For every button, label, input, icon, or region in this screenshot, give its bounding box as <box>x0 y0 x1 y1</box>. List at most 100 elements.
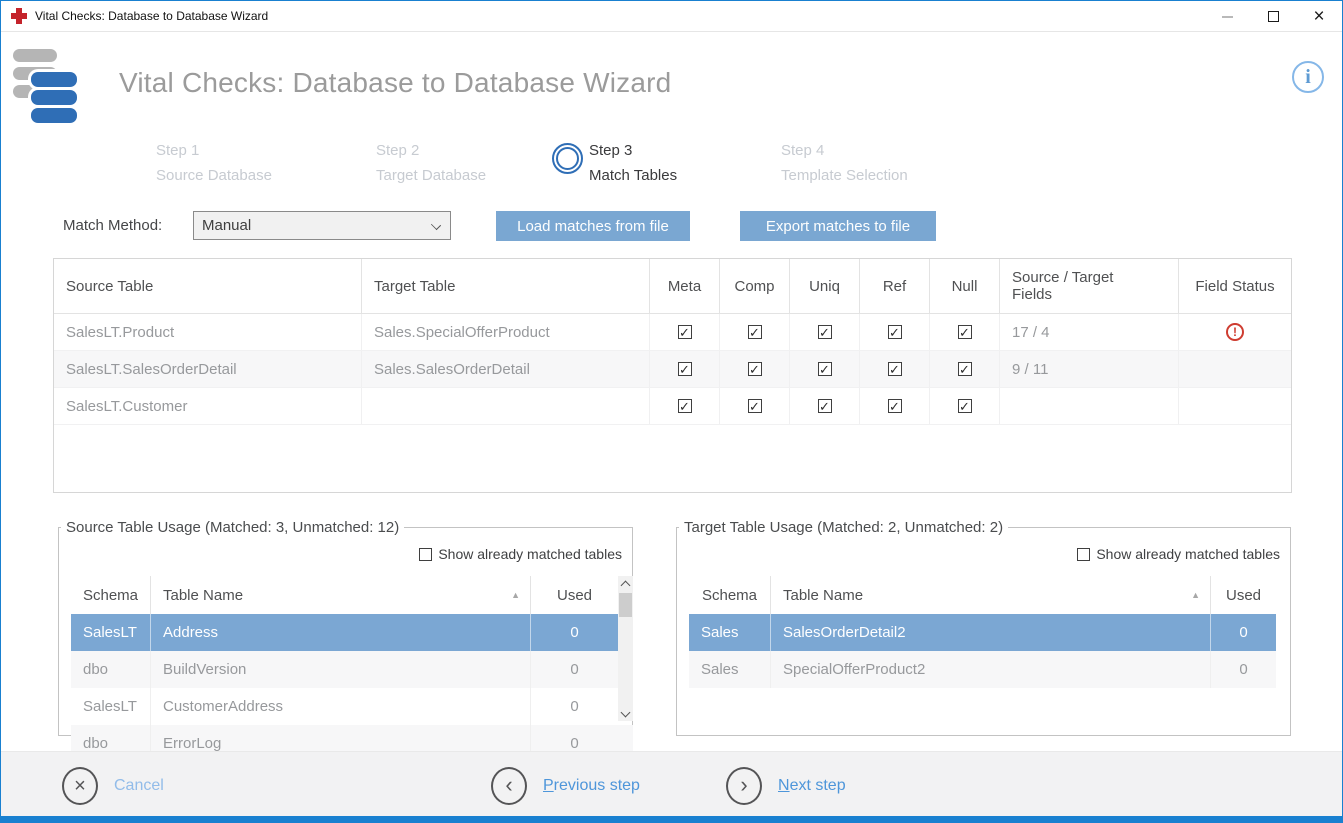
match-method-select[interactable]: Manual <box>193 211 451 240</box>
vertical-scrollbar[interactable] <box>618 576 633 721</box>
usage-table-header: Schema Table Name ▲ Used <box>689 576 1276 614</box>
usage-table-header: Schema Table Name ▲ Used <box>71 576 633 614</box>
schema-cell: Sales <box>689 651 771 688</box>
step-number: Step 1 <box>156 138 272 163</box>
table-name-cell: ErrorLog <box>151 725 531 751</box>
meta-checkbox[interactable] <box>678 325 692 339</box>
comp-checkbox[interactable] <box>748 362 762 376</box>
list-item[interactable]: SalesLT CustomerAddress 0 <box>71 688 633 725</box>
close-button[interactable]: × <box>1296 1 1342 32</box>
schema-cell: dbo <box>71 651 151 688</box>
sort-ascending-icon: ▲ <box>1191 590 1200 600</box>
table-name-cell: BuildVersion <box>151 651 531 688</box>
maximize-button[interactable] <box>1250 1 1296 32</box>
page-title: Vital Checks: Database to Database Wizar… <box>119 67 671 99</box>
target-usage-table: Schema Table Name ▲ Used Sales SalesOrde… <box>689 576 1276 751</box>
next-step-button[interactable]: › Next step <box>726 767 846 805</box>
previous-step-button[interactable]: ‹ Previous step <box>491 767 640 805</box>
ref-checkbox[interactable] <box>888 325 902 339</box>
table-name-cell: SpecialOfferProduct2 <box>771 651 1211 688</box>
list-item[interactable]: dbo BuildVersion 0 <box>71 651 633 688</box>
show-matched-checkbox[interactable] <box>1077 548 1090 561</box>
table-row[interactable]: SalesLT.Product Sales.SpecialOfferProduc… <box>54 314 1291 351</box>
list-item[interactable]: dbo ErrorLog 0 <box>71 725 633 751</box>
meta-checkbox[interactable] <box>678 362 692 376</box>
schema-cell: SalesLT <box>71 614 151 651</box>
logo-bar-gray-icon <box>13 49 57 62</box>
column-source-target-fields: Source / Target Fields <box>1000 259 1179 314</box>
column-table-name-label: Table Name <box>163 587 243 604</box>
used-cell: 0 <box>531 614 618 651</box>
footer-bar: × Cancel ‹ Previous step › Next step <box>1 751 1342 818</box>
column-used[interactable]: Used <box>1211 576 1276 614</box>
accent-bottom-border <box>1 816 1342 822</box>
chevron-down-icon <box>431 220 441 230</box>
target-table-usage-group: Target Table Usage (Matched: 2, Unmatche… <box>676 519 1291 736</box>
null-checkbox[interactable] <box>958 399 972 413</box>
column-table-name[interactable]: Table Name ▲ <box>771 576 1211 614</box>
table-row[interactable]: SalesLT.SalesOrderDetail Sales.SalesOrde… <box>54 351 1291 388</box>
chevron-right-circle-icon: › <box>726 767 762 805</box>
source-table-cell: SalesLT.Product <box>54 314 362 350</box>
table-row[interactable]: SalesLT.Customer ! <box>54 388 1291 425</box>
source-table-cell: SalesLT.SalesOrderDetail <box>54 351 362 387</box>
cancel-label: Cancel <box>114 777 164 795</box>
comp-checkbox[interactable] <box>748 399 762 413</box>
source-table-cell: SalesLT.Customer <box>54 388 362 424</box>
ref-checkbox[interactable] <box>888 362 902 376</box>
minimize-icon <box>1222 16 1233 18</box>
show-matched-toggle[interactable]: Show already matched tables <box>1077 546 1280 562</box>
minimize-button[interactable] <box>1204 1 1250 32</box>
column-used[interactable]: Used <box>531 576 618 614</box>
column-target-table: Target Table <box>362 259 650 314</box>
list-item[interactable]: Sales SpecialOfferProduct2 0 <box>689 651 1276 688</box>
schema-cell: Sales <box>689 614 771 651</box>
uniq-checkbox[interactable] <box>818 325 832 339</box>
meta-checkbox[interactable] <box>678 399 692 413</box>
schema-cell: SalesLT <box>71 688 151 725</box>
uniq-checkbox[interactable] <box>818 399 832 413</box>
cancel-button[interactable]: × Cancel <box>62 767 164 805</box>
step-1-source-database: Step 1 Source Database <box>156 138 272 188</box>
source-table-usage-group: Source Table Usage (Matched: 3, Unmatche… <box>58 519 633 736</box>
null-checkbox[interactable] <box>958 325 972 339</box>
column-table-name[interactable]: Table Name ▲ <box>151 576 531 614</box>
ref-checkbox[interactable] <box>888 399 902 413</box>
column-meta: Meta <box>650 259 720 314</box>
step-3-match-tables: Step 3 Match Tables <box>589 138 677 188</box>
step-number: Step 4 <box>781 138 908 163</box>
scroll-down-icon[interactable] <box>618 706 633 721</box>
show-matched-toggle[interactable]: Show already matched tables <box>419 546 622 562</box>
step-label: Source Database <box>156 163 272 188</box>
null-checkbox[interactable] <box>958 362 972 376</box>
load-matches-button[interactable]: Load matches from file <box>496 211 690 241</box>
column-schema[interactable]: Schema <box>71 576 151 614</box>
scroll-up-icon[interactable] <box>618 576 633 591</box>
titlebar: Vital Checks: Database to Database Wizar… <box>1 1 1342 32</box>
table-name-cell: SalesOrderDetail2 <box>771 614 1211 651</box>
column-comp: Comp <box>720 259 790 314</box>
field-status-error-icon[interactable]: ! <box>1226 323 1244 341</box>
target-table-cell: Sales.SalesOrderDetail <box>362 351 650 387</box>
sort-ascending-icon: ▲ <box>511 590 520 600</box>
uniq-checkbox[interactable] <box>818 362 832 376</box>
used-cell: 0 <box>531 651 618 688</box>
show-matched-label: Show already matched tables <box>438 546 622 562</box>
chevron-left-circle-icon: ‹ <box>491 767 527 805</box>
export-matches-button[interactable]: Export matches to file <box>740 211 936 241</box>
target-usage-title: Target Table Usage (Matched: 2, Unmatche… <box>679 519 1008 536</box>
column-schema[interactable]: Schema <box>689 576 771 614</box>
list-item[interactable]: SalesLT Address 0 <box>71 614 633 651</box>
logo-bar-blue-icon <box>31 108 77 123</box>
step-label: Template Selection <box>781 163 908 188</box>
step-number: Step 3 <box>589 138 677 163</box>
target-table-cell: Sales.SpecialOfferProduct <box>362 314 650 350</box>
scrollbar-thumb[interactable] <box>619 593 632 617</box>
list-item[interactable]: Sales SalesOrderDetail2 0 <box>689 614 1276 651</box>
comp-checkbox[interactable] <box>748 325 762 339</box>
match-method-value: Manual <box>202 217 251 234</box>
show-matched-checkbox[interactable] <box>419 548 432 561</box>
info-icon[interactable]: i <box>1292 61 1324 93</box>
step-2-target-database: Step 2 Target Database <box>376 138 486 188</box>
table-name-cell: Address <box>151 614 531 651</box>
